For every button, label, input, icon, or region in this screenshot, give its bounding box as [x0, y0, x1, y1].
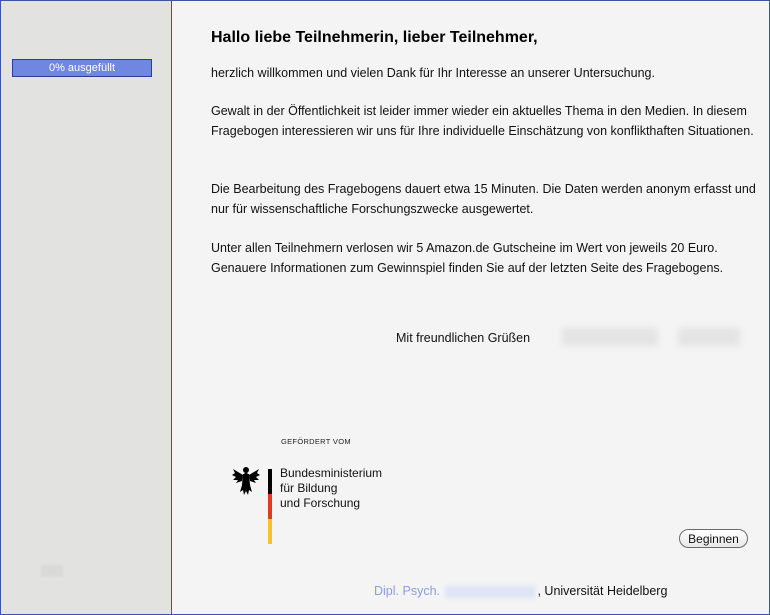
- ministry-line: Bundesministerium: [280, 466, 383, 480]
- topic-paragraph: Gewalt in der Öffentlichkeit ist leider …: [211, 104, 754, 138]
- footer-credit: Dipl. Psych. , Universität Heidelberg: [374, 584, 667, 598]
- blurred-signature-first: [562, 328, 658, 346]
- ministry-logo: GEFÖRDERT VOM Bundesministerium für Bild…: [232, 435, 432, 550]
- blurred-author-name: [445, 585, 536, 598]
- begin-button[interactable]: Beginnen: [679, 529, 748, 548]
- author-title: Dipl. Psych.: [374, 584, 440, 598]
- raffle-paragraph: Unter allen Teilnehmern verlosen wir 5 A…: [211, 241, 724, 275]
- blurred-signature: [562, 321, 740, 353]
- sidebar: 0% ausgefüllt: [1, 1, 172, 614]
- ministry-name: Bundesministerium für Bildung und Forsch…: [280, 466, 382, 511]
- funded-by-label: GEFÖRDERT VOM: [281, 437, 351, 446]
- main-content: Hallo liebe Teilnehmerin, lieber Teilneh…: [172, 1, 769, 614]
- author-affiliation: , Universität Heidelberg: [537, 584, 668, 598]
- duration-paragraph: Die Bearbeitung des Fragebogens dauert e…: [211, 182, 756, 216]
- german-flag-bar: [268, 469, 272, 544]
- federal-eagle-icon: [232, 467, 260, 495]
- blurred-sidebar-text: [41, 565, 63, 577]
- flag-red-stripe: [268, 494, 272, 519]
- closing-text: Mit freundlichen Grüßen: [396, 331, 531, 345]
- survey-window: 0% ausgefüllt Hallo liebe Teilnehmerin, …: [0, 0, 770, 615]
- greeting-heading: Hallo liebe Teilnehmerin, lieber Teilneh…: [211, 29, 538, 46]
- intro-paragraph: herzlich willkommen und vielen Dank für …: [211, 66, 655, 80]
- flag-black-stripe: [268, 469, 272, 494]
- flag-gold-stripe: [268, 519, 272, 544]
- progress-bar: 0% ausgefüllt: [12, 59, 152, 77]
- ministry-line: und Forschung: [280, 496, 361, 510]
- ministry-line: für Bildung: [280, 481, 338, 495]
- blurred-signature-last: [678, 328, 740, 346]
